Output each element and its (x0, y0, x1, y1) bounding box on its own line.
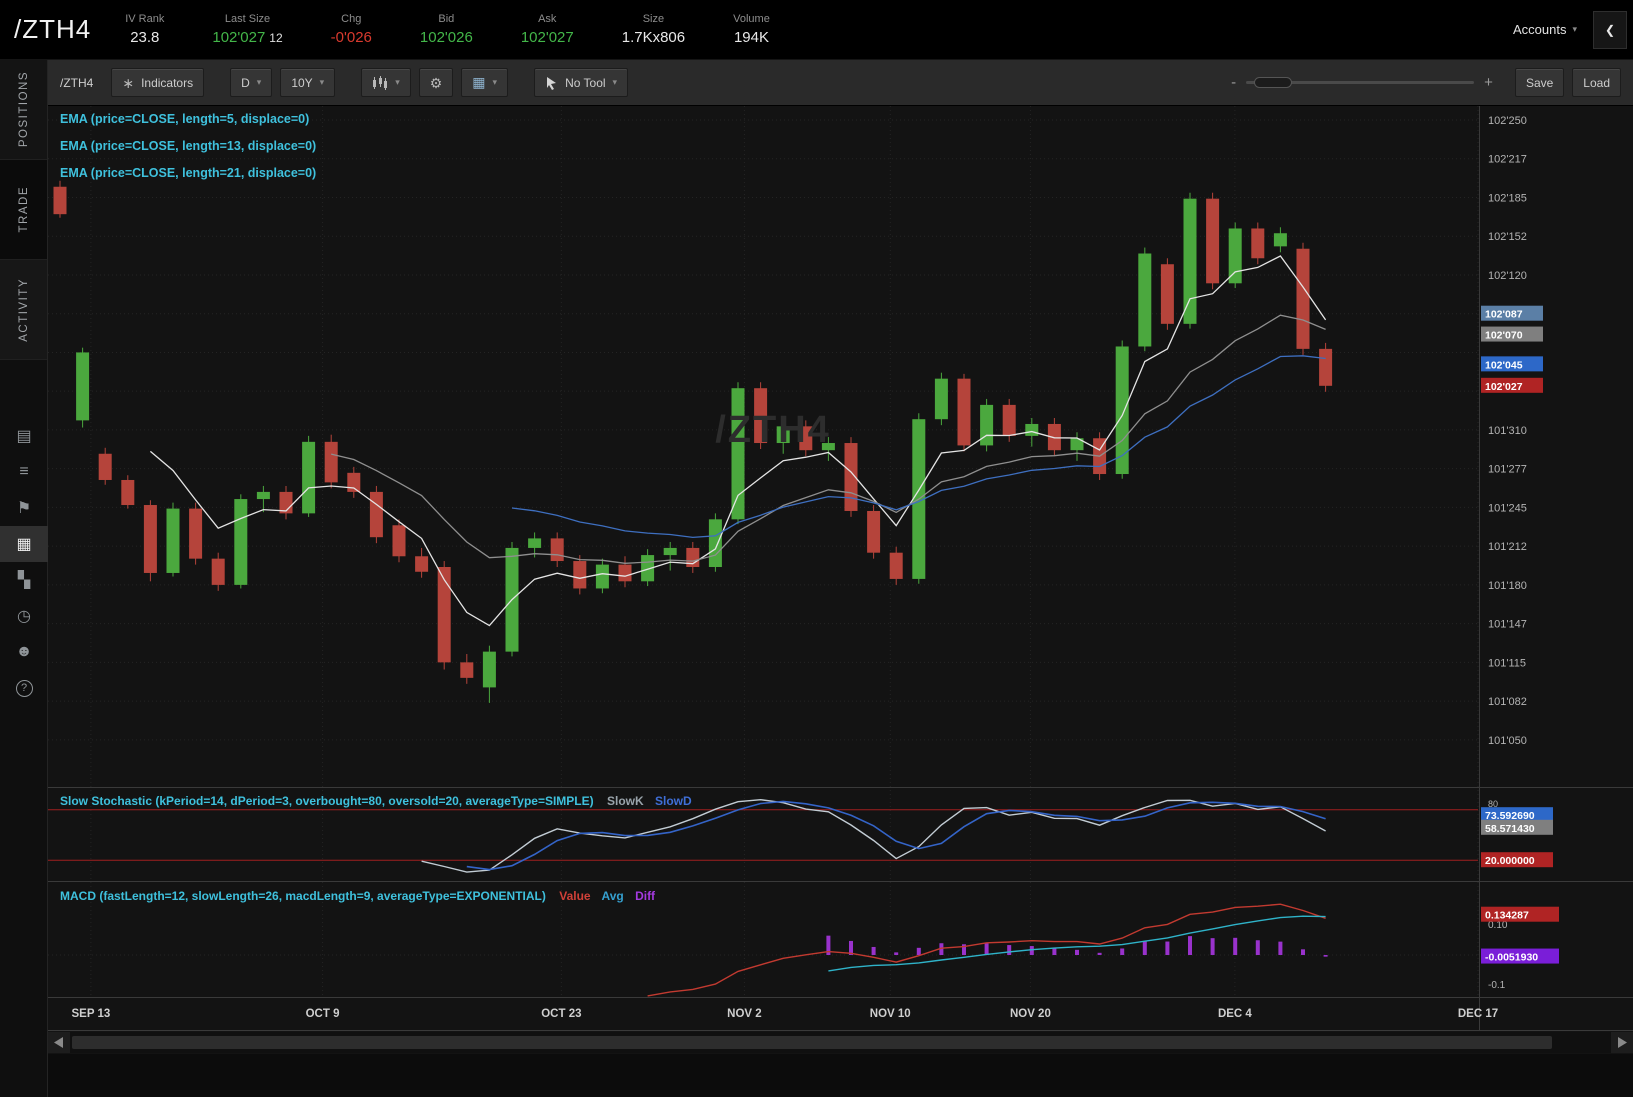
svg-text:101'082: 101'082 (1488, 696, 1527, 708)
hscroll-thumb (72, 1036, 1552, 1049)
indicators-icon: ∗ (122, 74, 135, 91)
chart-svg[interactable]: 102'250 102'217 102'185 102'152 102'120 101'3… (48, 106, 1633, 1097)
dashboard-icon[interactable]: ▚ (0, 562, 48, 598)
chart-area: 102'250 102'217 102'185 102'152 102'120 101'3… (48, 106, 1633, 1097)
sidebar-tab-activity[interactable]: ACTIVITY (0, 260, 47, 360)
accounts-label: Accounts (1512, 22, 1567, 37)
indicators-button[interactable]: ∗ Indicators (111, 68, 205, 97)
svg-text:102'185: 102'185 (1488, 192, 1527, 204)
symbol-title: /ZTH4 (14, 14, 92, 44)
svg-text:101'180: 101'180 (1488, 580, 1527, 592)
history-icon[interactable]: ◷ (0, 598, 48, 634)
people-icon[interactable]: ☻ (0, 634, 48, 670)
svg-text:DEC 4: DEC 4 (1218, 1008, 1252, 1020)
sidebar-tab-trade[interactable]: TRADE (0, 160, 47, 260)
toolbar-symbol: /ZTH4 (60, 75, 94, 90)
candlestick-style-icon (373, 75, 388, 90)
svg-text:102'250: 102'250 (1488, 115, 1527, 127)
list-icon[interactable]: ≡ (0, 454, 48, 490)
header-fields: IV Rank 23.8 Last Size 102'027 12 Chg -0'026 Bi… (125, 13, 770, 46)
trade-flag-icon[interactable]: ⚑ (0, 490, 48, 526)
header-field: Chg -0'026 (330, 13, 372, 46)
gear-icon: ⚙ (429, 74, 443, 91)
chevron-down-icon: ▾ (1572, 24, 1577, 34)
chevron-down-icon: ▾ (319, 77, 325, 87)
chevron-down-icon: ▾ (492, 77, 498, 87)
load-button[interactable]: Load (1572, 68, 1621, 97)
zoom-out-button[interactable]: - (1231, 74, 1236, 91)
svg-text:NOV 2: NOV 2 (727, 1008, 762, 1020)
sidebar-tabs: POSITIONS TRADE ACTIVITY (0, 60, 47, 360)
svg-text:102'087: 102'087 (1485, 309, 1523, 321)
cursor-icon (547, 76, 557, 90)
svg-text:102'152: 102'152 (1488, 231, 1527, 243)
header-field: Last Size 102'027 12 (212, 13, 283, 46)
layout-dropdown[interactable]: ▦ ▾ (461, 68, 509, 97)
header-field: Ask 102'027 (520, 13, 574, 46)
svg-text:NOV 10: NOV 10 (870, 1008, 911, 1020)
help-icon[interactable]: ? (0, 670, 48, 706)
svg-text:OCT 23: OCT 23 (541, 1008, 581, 1020)
zoom-slider[interactable] (1246, 77, 1475, 88)
header-field: Size 1.7Kx806 (621, 13, 686, 46)
svg-text:102'070: 102'070 (1485, 330, 1523, 342)
svg-text:-0.0051930: -0.0051930 (1485, 952, 1538, 964)
zoom-in-button[interactable]: + (1484, 74, 1493, 91)
trading-app: /ZTH4 IV Rank 23.8 Last Size 102'027 12 Chg -0… (0, 0, 1633, 1097)
chevron-down-icon: ▾ (612, 77, 618, 87)
svg-text:0.134287: 0.134287 (1485, 910, 1529, 922)
svg-text:-0.1: -0.1 (1488, 980, 1506, 991)
svg-text:101'277: 101'277 (1488, 464, 1527, 476)
accounts-dropdown[interactable]: Accounts ▾ (1513, 22, 1577, 37)
chevron-down-icon: ▾ (256, 77, 262, 87)
svg-text:OCT 9: OCT 9 (306, 1008, 340, 1020)
svg-text:NOV 20: NOV 20 (1010, 1008, 1051, 1020)
drawing-tool-dropdown[interactable]: No Tool ▾ (534, 68, 629, 97)
header-field: Bid 102'026 (419, 13, 473, 46)
svg-text:102'045: 102'045 (1485, 359, 1523, 371)
timeframe-dropdown[interactable]: D ▾ (230, 68, 273, 97)
header-field: IV Rank 23.8 (125, 13, 165, 46)
layout-grid-icon: ▦ (472, 74, 486, 90)
svg-text:101'147: 101'147 (1488, 619, 1527, 631)
chart-icon[interactable]: ▦ (0, 526, 48, 562)
chevron-down-icon: ▾ (395, 77, 400, 87)
svg-text:101'212: 101'212 (1488, 541, 1527, 553)
header-field: Volume 194K (733, 13, 770, 46)
sidebar-icons: ▤ ≡ ⚑ ▦ ▚ ◷ ☻? (0, 418, 48, 706)
svg-text:102'217: 102'217 (1488, 154, 1527, 166)
zoom-slider-thumb[interactable] (1254, 77, 1293, 88)
left-sidebar: POSITIONS TRADE ACTIVITY ▤ ≡ ⚑ ▦ ▚ ◷ ☻? (0, 60, 48, 1097)
svg-text:101'115: 101'115 (1488, 657, 1526, 669)
collapse-panel-button[interactable]: ❮ (1593, 10, 1627, 49)
chart-toolbar: /ZTH4 ∗ Indicators D ▾ 10Y ▾ ▾ ⚙ ▦ ▾ No … (48, 60, 1633, 106)
svg-text:101'245: 101'245 (1488, 502, 1527, 514)
save-button[interactable]: Save (1514, 68, 1565, 97)
chart-style-dropdown[interactable]: ▾ (361, 68, 411, 97)
collapse-arrow-icon: ❮ (1604, 22, 1616, 37)
svg-text:DEC 17: DEC 17 (1458, 1008, 1498, 1020)
svg-text:SEP 13: SEP 13 (72, 1008, 111, 1020)
range-dropdown[interactable]: 10Y ▾ (280, 68, 336, 97)
svg-text:102'027: 102'027 (1485, 381, 1523, 393)
svg-text:58.571430: 58.571430 (1485, 823, 1535, 835)
svg-text:102'120: 102'120 (1488, 270, 1527, 282)
svg-text:101'050: 101'050 (1488, 735, 1527, 747)
zoom-control: - + (1231, 74, 1493, 91)
svg-text:101'310: 101'310 (1488, 425, 1527, 437)
news-icon[interactable]: ▤ (0, 418, 48, 454)
settings-button[interactable]: ⚙ (418, 68, 454, 97)
sidebar-tab-positions[interactable]: POSITIONS (0, 60, 47, 160)
svg-text:20.000000: 20.000000 (1485, 855, 1535, 867)
quote-header: /ZTH4 IV Rank 23.8 Last Size 102'027 12 Chg -0… (0, 0, 1633, 60)
